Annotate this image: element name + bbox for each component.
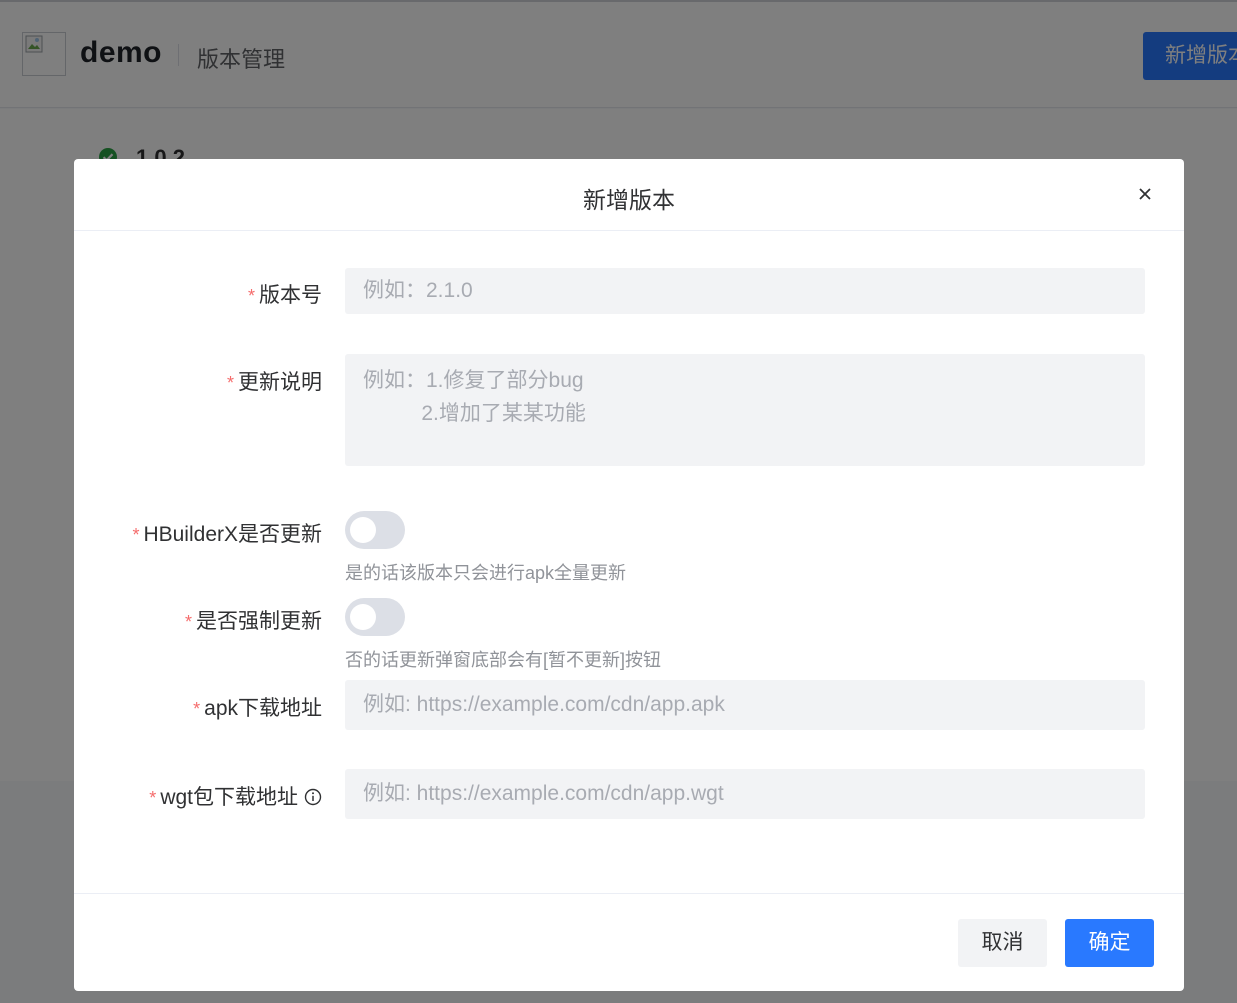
wgt-url-input[interactable] — [345, 769, 1145, 819]
apk-url-label: * apk下载地址 — [193, 692, 322, 722]
dialog-footer: 取消 确定 — [74, 893, 1184, 991]
hbuilderx-update-label: * HBuilderX是否更新 — [132, 518, 322, 548]
wgt-url-label-text: wgt包下载地址 — [160, 786, 298, 809]
add-version-dialog: 新增版本 *版本号 *更新说明 *HBuilderX是否更新 是的话该版本只会进… — [74, 159, 1184, 991]
contents-label-text: 更新说明 — [238, 371, 322, 394]
force-update-label-text: 是否强制更新 — [196, 610, 322, 633]
required-mark: * — [193, 699, 201, 719]
contents-label: * 更新说明 — [227, 366, 322, 396]
switch-knob — [350, 517, 376, 543]
info-circle-icon[interactable] — [304, 788, 322, 806]
cancel-button[interactable]: 取消 — [958, 919, 1047, 967]
version-label-text: 版本号 — [259, 284, 322, 307]
apk-url-input[interactable] — [345, 680, 1145, 730]
close-icon — [1139, 188, 1151, 200]
wgt-url-label: * wgt包下载地址 — [149, 781, 322, 811]
version-label: * 版本号 — [248, 279, 322, 309]
required-mark: * — [226, 373, 234, 393]
dialog-title: 新增版本 — [583, 187, 675, 213]
dialog-header: 新增版本 — [74, 159, 1184, 231]
hbuilderx-update-switch[interactable] — [345, 511, 405, 549]
required-mark: * — [247, 286, 255, 306]
hbuilderx-update-label-text: HBuilderX是否更新 — [143, 523, 322, 546]
apk-url-label-text: apk下载地址 — [204, 697, 322, 720]
switch-knob — [350, 604, 376, 630]
required-mark: * — [149, 788, 157, 808]
confirm-button[interactable]: 确定 — [1065, 919, 1154, 967]
contents-textarea[interactable] — [345, 354, 1145, 466]
close-button[interactable] — [1134, 183, 1156, 205]
force-update-hint: 否的话更新弹窗底部会有[暂不更新]按钮 — [345, 650, 662, 670]
force-update-label: * 是否强制更新 — [185, 605, 322, 635]
version-input[interactable] — [345, 268, 1145, 314]
hbuilderx-update-hint: 是的话该版本只会进行apk全量更新 — [345, 563, 627, 583]
force-update-switch[interactable] — [345, 598, 405, 636]
required-mark: * — [184, 612, 192, 632]
required-mark: * — [132, 525, 140, 545]
